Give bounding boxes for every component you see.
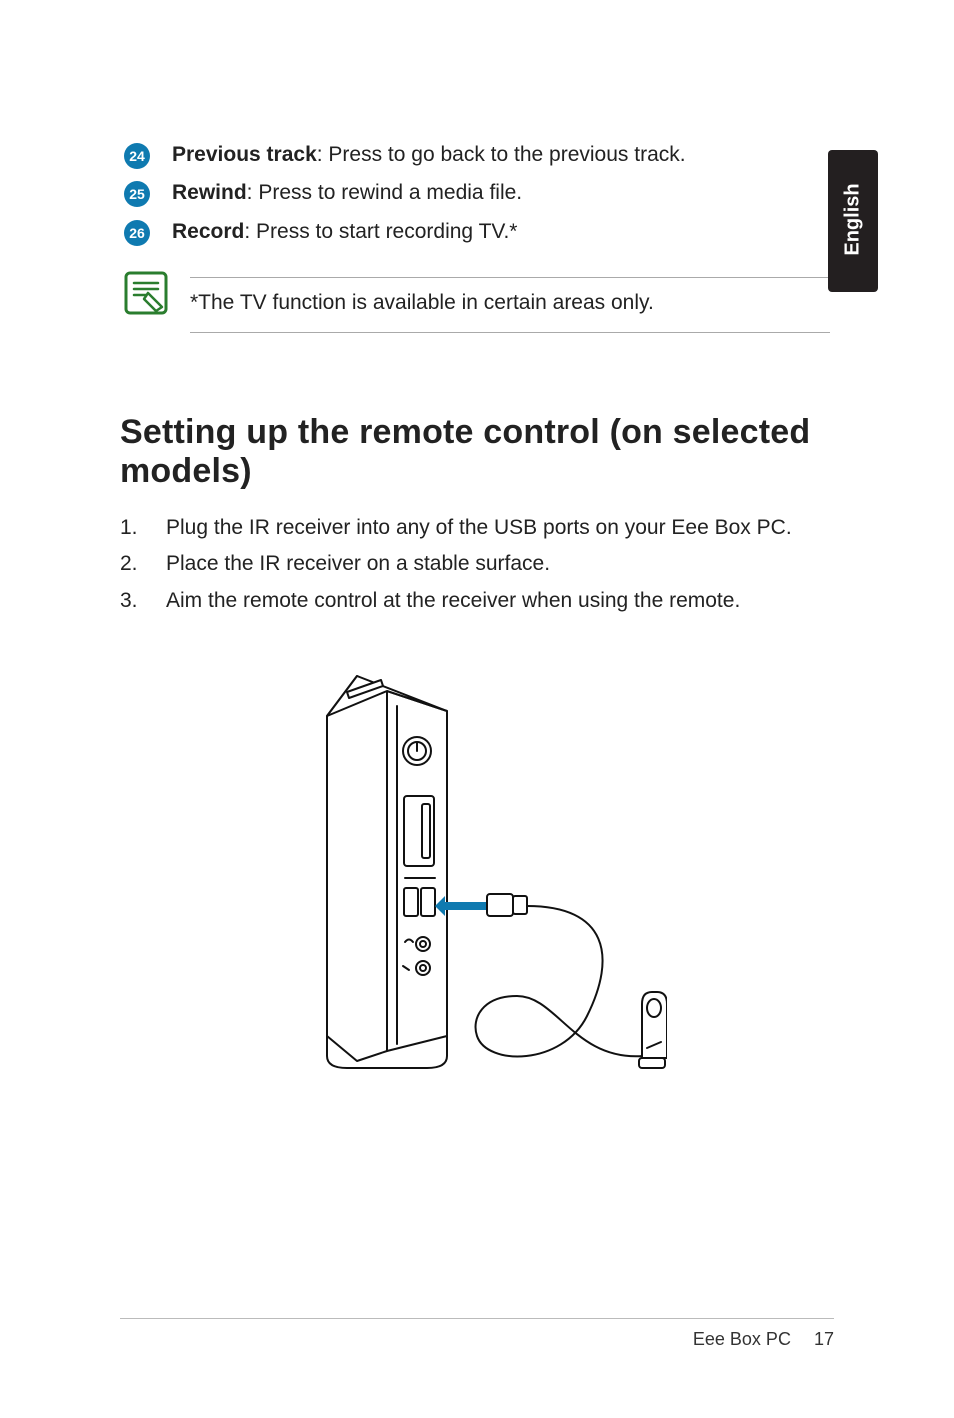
- step-number: 2.: [120, 549, 166, 579]
- note-icon: [124, 271, 168, 315]
- list-item: 2. Place the IR receiver on a stable sur…: [120, 549, 834, 579]
- language-tab: English: [828, 150, 878, 292]
- item-rest: : Press to start recording TV.*: [244, 220, 517, 243]
- setup-diagram: [120, 656, 834, 1086]
- step-text: Aim the remote control at the receiver w…: [166, 586, 806, 616]
- footer-product-name: Eee Box PC: [693, 1329, 791, 1349]
- item-rest: : Press to rewind a media file.: [247, 181, 522, 204]
- page: English 24 Previous track: Press to go b…: [0, 0, 954, 1418]
- list-item: 26 Record: Press to start recording TV.*: [124, 217, 834, 247]
- page-footer: Eee Box PC 17: [120, 1318, 834, 1350]
- item-rest: : Press to go back to the previous track…: [317, 143, 686, 166]
- list-item: 3. Aim the remote control at the receive…: [120, 586, 834, 616]
- item-text: Record: Press to start recording TV.*: [172, 217, 517, 247]
- note-text: *The TV function is available in certain…: [190, 277, 830, 332]
- item-text: Rewind: Press to rewind a media file.: [172, 178, 522, 208]
- step-text: Plug the IR receiver into any of the USB…: [166, 513, 806, 543]
- step-number: 3.: [120, 586, 166, 616]
- numbered-feature-list: 24 Previous track: Press to go back to t…: [124, 140, 834, 247]
- list-item: 25 Rewind: Press to rewind a media file.: [124, 178, 834, 208]
- item-number-badge: 26: [124, 220, 150, 246]
- list-item: 24 Previous track: Press to go back to t…: [124, 140, 834, 170]
- item-bold: Rewind: [172, 181, 247, 204]
- item-bold: Previous track: [172, 143, 317, 166]
- setup-steps-list: 1. Plug the IR receiver into any of the …: [120, 513, 834, 616]
- section-heading: Setting up the remote control (on select…: [120, 413, 834, 491]
- note-callout: *The TV function is available in certain…: [124, 277, 834, 332]
- item-text: Previous track: Press to go back to the …: [172, 140, 686, 170]
- language-tab-label: English: [842, 175, 865, 265]
- step-text: Place the IR receiver on a stable surfac…: [166, 549, 806, 579]
- item-number-badge: 25: [124, 181, 150, 207]
- item-number-badge: 24: [124, 143, 150, 169]
- footer-page-number: 17: [814, 1329, 834, 1349]
- step-number: 1.: [120, 513, 166, 543]
- item-bold: Record: [172, 220, 244, 243]
- list-item: 1. Plug the IR receiver into any of the …: [120, 513, 834, 543]
